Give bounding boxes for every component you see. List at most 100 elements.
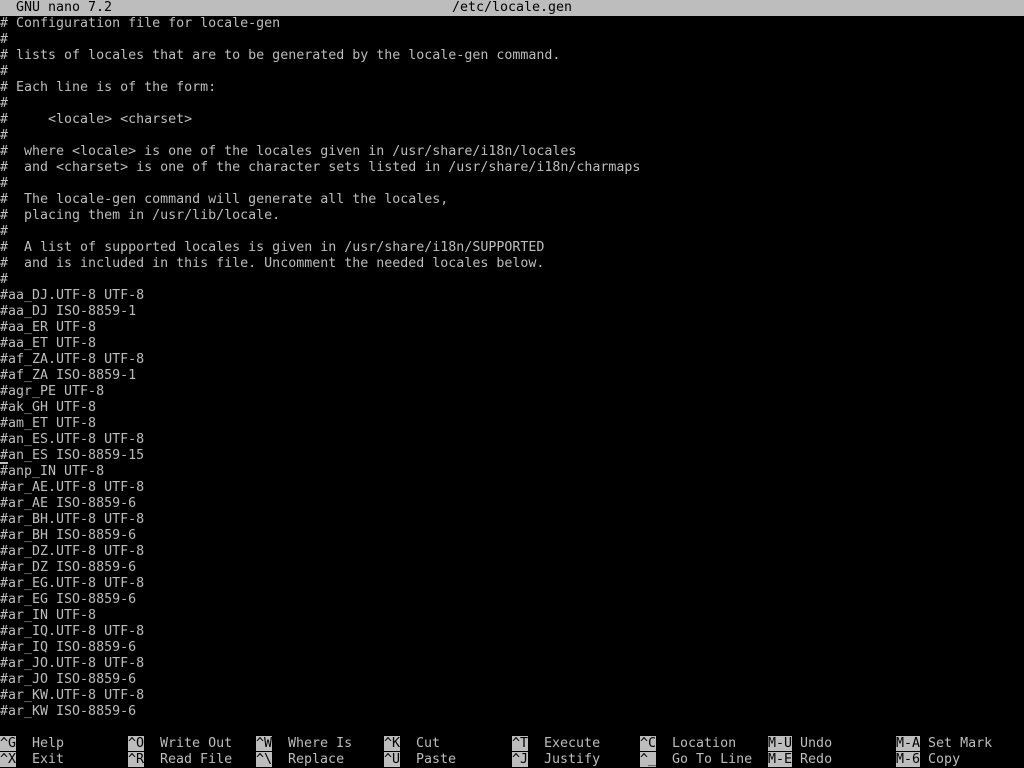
- shortcut-gap: [792, 752, 800, 767]
- editor-line[interactable]: #aa_ER UTF-8: [0, 320, 1024, 336]
- editor-line[interactable]: #: [0, 272, 1024, 288]
- editor-line[interactable]: #agr_PE UTF-8: [0, 384, 1024, 400]
- shortcut-key: ^R: [128, 752, 145, 767]
- editor-line[interactable]: #ar_EG ISO-8859-6: [0, 592, 1024, 608]
- shortcut-help[interactable]: ^G Help: [0, 736, 64, 752]
- shortcut-key: ^C: [640, 736, 657, 751]
- editor-line[interactable]: #ar_BH.UTF-8 UTF-8: [0, 512, 1024, 528]
- editor-line[interactable]: # and <charset> is one of the character …: [0, 160, 1024, 176]
- shortcut-label: Write Out: [160, 736, 233, 751]
- editor-line[interactable]: #ar_AE.UTF-8 UTF-8: [0, 480, 1024, 496]
- shortcut-gap: [920, 736, 928, 751]
- editor-line[interactable]: #ar_IQ ISO-8859-6: [0, 640, 1024, 656]
- editor-line[interactable]: #anp_IN UTF-8: [0, 464, 1024, 480]
- editor-line[interactable]: #: [0, 32, 1024, 48]
- shortcut-read-file[interactable]: ^R Read File: [128, 752, 232, 768]
- shortcut-label: Justify: [544, 752, 601, 767]
- title-bar: GNU nano 7.2 /etc/locale.gen: [0, 0, 1024, 16]
- shortcut-key: ^K: [384, 736, 401, 751]
- shortcut-paste[interactable]: ^U Paste: [384, 752, 456, 768]
- editor-line[interactable]: #ar_IQ.UTF-8 UTF-8: [0, 624, 1024, 640]
- editor-line[interactable]: #: [0, 176, 1024, 192]
- shortcut-gap: [656, 736, 672, 751]
- editor-line[interactable]: #ar_JO.UTF-8 UTF-8: [0, 656, 1024, 672]
- editor-line[interactable]: #ar_DZ ISO-8859-6: [0, 560, 1024, 576]
- editor-line[interactable]: #aa_DJ.UTF-8 UTF-8: [0, 288, 1024, 304]
- editor-line[interactable]: #ar_JO ISO-8859-6: [0, 672, 1024, 688]
- editor-line[interactable]: # where <locale> is one of the locales g…: [0, 144, 1024, 160]
- editor-line[interactable]: # <locale> <charset>: [0, 112, 1024, 128]
- shortcut-gap: [400, 736, 416, 751]
- editor-line[interactable]: #ar_AE ISO-8859-6: [0, 496, 1024, 512]
- editor-line[interactable]: #an_ES ISO-8859-15: [0, 448, 1024, 464]
- shortcut-set-mark[interactable]: M-A Set Mark: [896, 736, 992, 752]
- shortcut-label: Where Is: [288, 736, 353, 751]
- shortcut-label: Paste: [416, 752, 457, 767]
- text-cursor: #: [0, 448, 9, 464]
- shortcut-location[interactable]: ^C Location: [640, 736, 736, 752]
- editor-line[interactable]: # and is included in this file. Uncommen…: [0, 256, 1024, 272]
- editor-line[interactable]: # The locale-gen command will generate a…: [0, 192, 1024, 208]
- shortcut-label: Execute: [544, 736, 601, 751]
- shortcut-gap: [144, 736, 160, 751]
- editor-line[interactable]: #: [0, 64, 1024, 80]
- shortcut-redo[interactable]: M-E Redo: [768, 752, 832, 768]
- editor-line[interactable]: #: [0, 128, 1024, 144]
- text-editor-area[interactable]: # Configuration file for locale-gen # # li…: [0, 16, 1024, 720]
- shortcut-copy[interactable]: M-6 Copy: [896, 752, 960, 768]
- shortcut-label: Copy: [928, 752, 961, 767]
- shortcut-exit[interactable]: ^X Exit: [0, 752, 64, 768]
- shortcut-write-out[interactable]: ^O Write Out: [128, 736, 232, 752]
- editor-line[interactable]: #: [0, 224, 1024, 240]
- editor-line[interactable]: #ar_EG.UTF-8 UTF-8: [0, 576, 1024, 592]
- editor-line[interactable]: #aa_DJ ISO-8859-1: [0, 304, 1024, 320]
- editor-line-text: an_ES ISO-8859-15: [8, 448, 145, 463]
- shortcut-gap: [920, 752, 928, 767]
- shortcut-gap: [272, 736, 288, 751]
- shortcut-key: ^\: [256, 752, 273, 767]
- shortcut-key: ^X: [0, 752, 17, 767]
- editor-line[interactable]: #ak_GH UTF-8: [0, 400, 1024, 416]
- shortcut-gap: [16, 736, 32, 751]
- editor-line[interactable]: #ar_IN UTF-8: [0, 608, 1024, 624]
- editor-line[interactable]: #af_ZA ISO-8859-1: [0, 368, 1024, 384]
- shortcut-undo[interactable]: M-U Undo: [768, 736, 832, 752]
- shortcut-cut[interactable]: ^K Cut: [384, 736, 440, 752]
- shortcut-label: Read File: [160, 752, 233, 767]
- editor-line[interactable]: #ar_DZ.UTF-8 UTF-8: [0, 544, 1024, 560]
- shortcut-label: Undo: [800, 736, 833, 751]
- shortcut-key: ^O: [128, 736, 145, 751]
- editor-line[interactable]: # placing them in /usr/lib/locale.: [0, 208, 1024, 224]
- shortcut-gap: [528, 736, 544, 751]
- shortcut-key: M-6: [896, 752, 921, 767]
- shortcut-gap: [400, 752, 416, 767]
- editor-line[interactable]: #aa_ET UTF-8: [0, 336, 1024, 352]
- shortcut-justify[interactable]: ^J Justify: [512, 752, 600, 768]
- shortcut-label: Cut: [416, 736, 441, 751]
- shortcut-key: M-E: [768, 752, 793, 767]
- shortcut-bar: ^G Help ^X Exit ^O Write Out ^R Read File ^W…: [0, 736, 1024, 768]
- editor-line[interactable]: # Configuration file for locale-gen: [0, 16, 1024, 32]
- shortcut-gap: [792, 736, 800, 751]
- editor-line[interactable]: #an_ES.UTF-8 UTF-8: [0, 432, 1024, 448]
- editor-line[interactable]: #ar_KW.UTF-8 UTF-8: [0, 688, 1024, 704]
- editor-line[interactable]: #ar_BH ISO-8859-6: [0, 528, 1024, 544]
- shortcut-where-is[interactable]: ^W Where Is: [256, 736, 352, 752]
- shortcut-label: Go To Line: [672, 752, 753, 767]
- editor-line[interactable]: # A list of supported locales is given i…: [0, 240, 1024, 256]
- shortcut-gap: [16, 752, 32, 767]
- shortcut-go-to-line[interactable]: ^_ Go To Line: [640, 752, 752, 768]
- editor-line[interactable]: # Each line is of the form:: [0, 80, 1024, 96]
- editor-line[interactable]: #am_ET UTF-8: [0, 416, 1024, 432]
- shortcut-key: ^W: [256, 736, 273, 751]
- editor-line[interactable]: #af_ZA.UTF-8 UTF-8: [0, 352, 1024, 368]
- editor-line[interactable]: # lists of locales that are to be genera…: [0, 48, 1024, 64]
- editor-line[interactable]: #: [0, 96, 1024, 112]
- shortcut-gap: [656, 752, 672, 767]
- shortcut-label: Replace: [288, 752, 345, 767]
- file-name: /etc/locale.gen: [451, 0, 573, 15]
- editor-line[interactable]: #ar_KW ISO-8859-6: [0, 704, 1024, 720]
- shortcut-replace[interactable]: ^\ Replace: [256, 752, 344, 768]
- shortcut-key: M-A: [896, 736, 921, 751]
- shortcut-execute[interactable]: ^T Execute: [512, 736, 600, 752]
